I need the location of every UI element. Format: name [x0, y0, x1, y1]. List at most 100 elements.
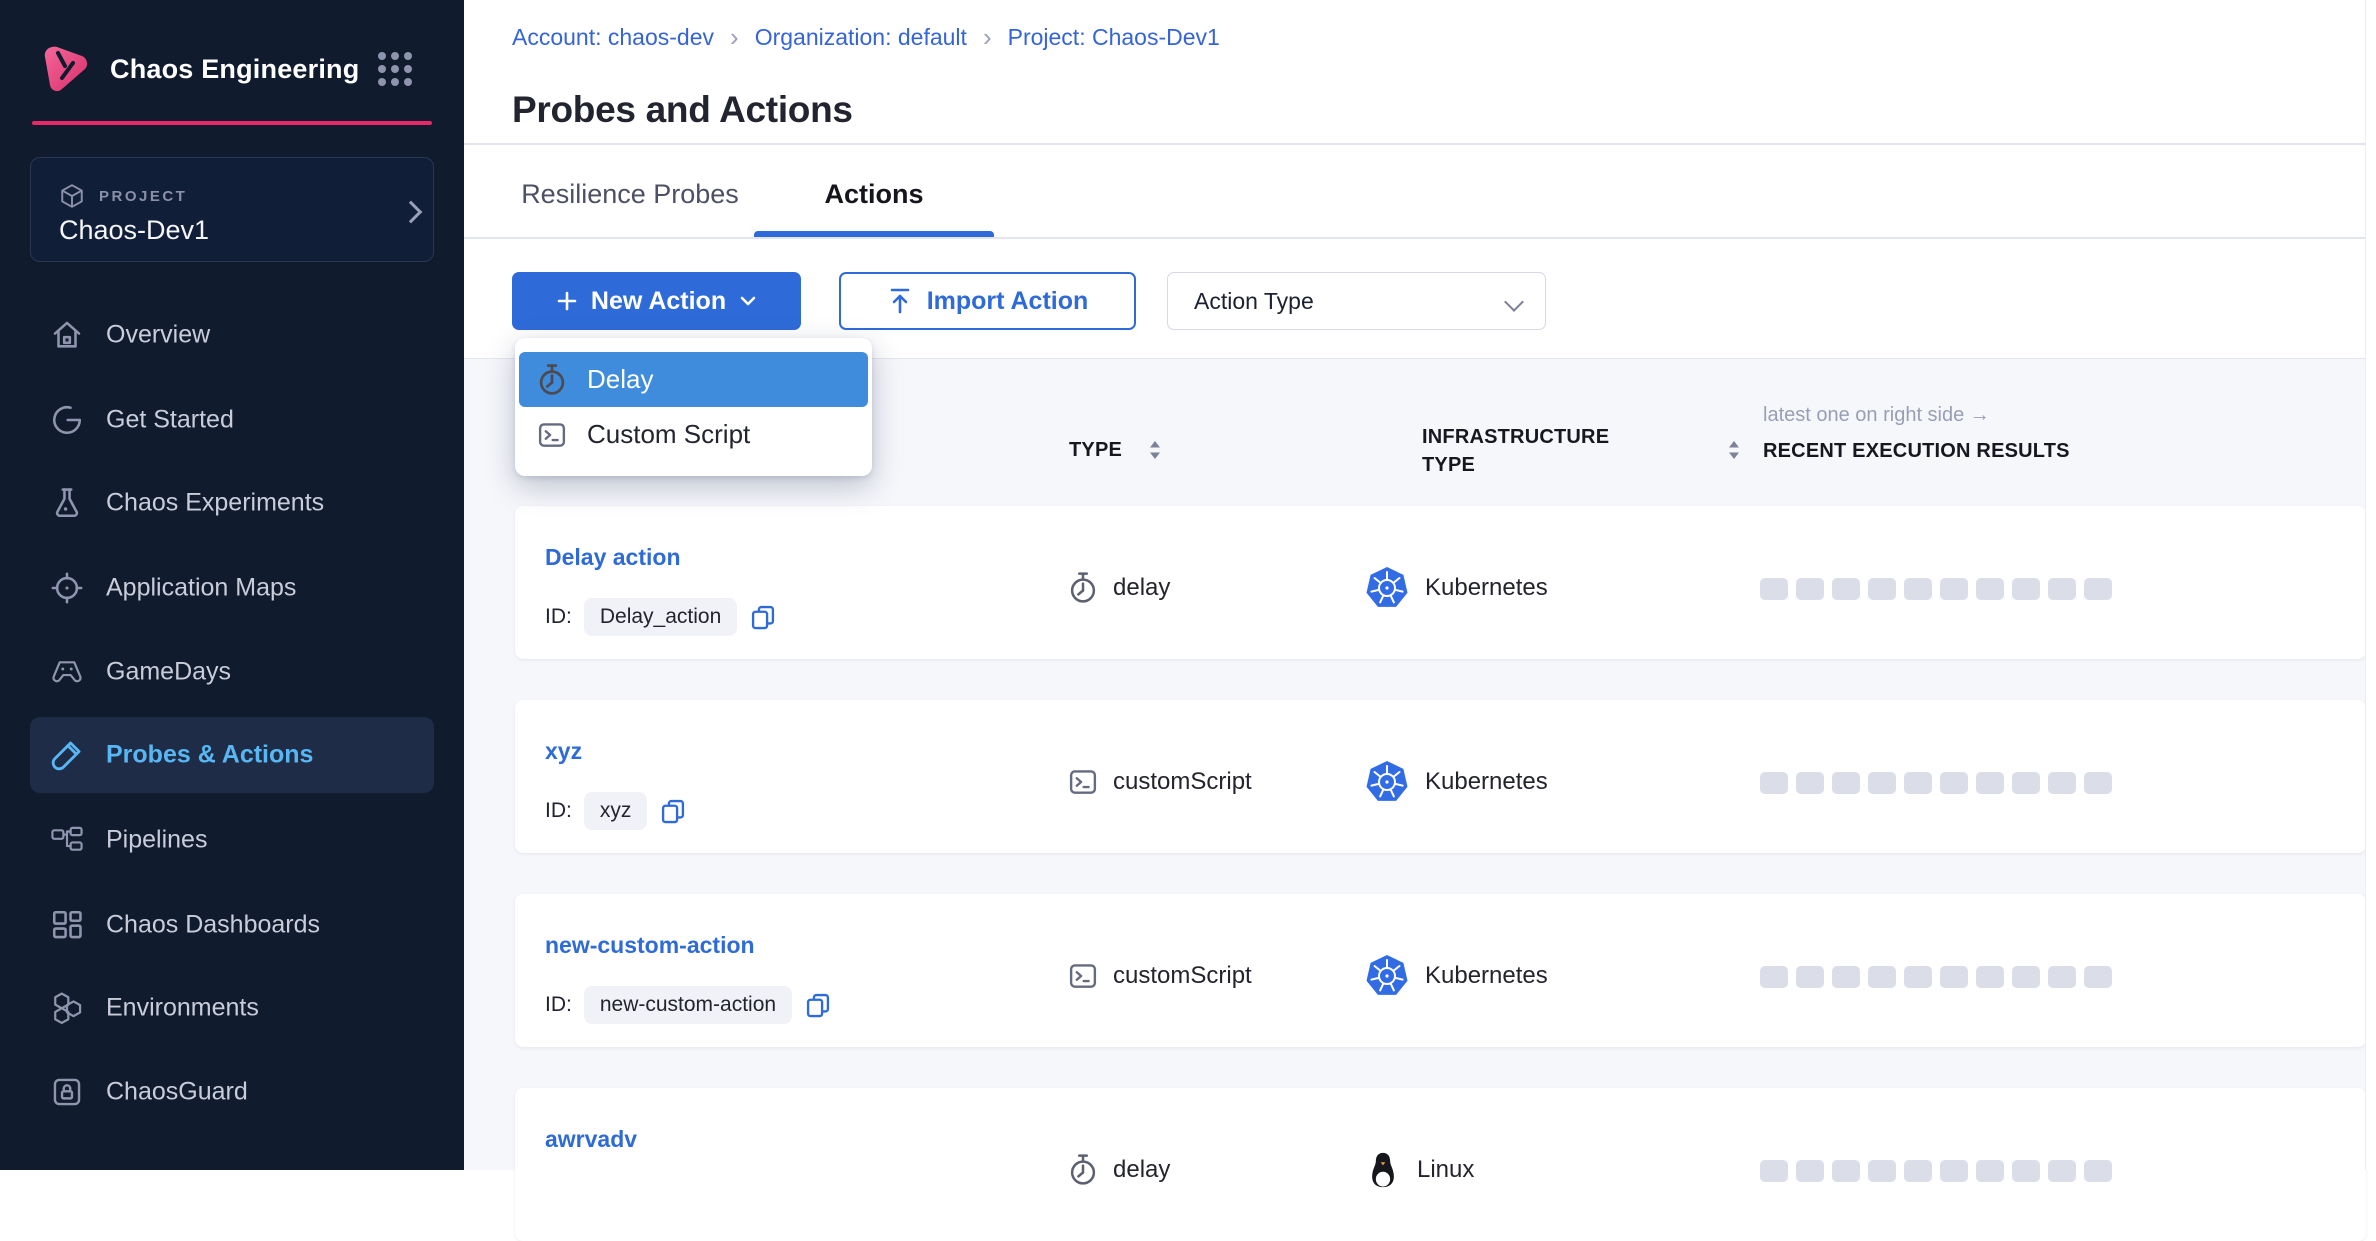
- type-cell: customScript: [1068, 762, 1252, 802]
- menu-item-delay[interactable]: Delay: [519, 352, 868, 407]
- execution-result-placeholder: [1832, 1160, 1860, 1182]
- execution-result-placeholder: [1940, 966, 1968, 988]
- plus-icon: [555, 289, 579, 313]
- recent-execution-results: [1760, 1160, 2112, 1182]
- column-header-infrastructure-type: INFRASTRUCTURE TYPE: [1422, 423, 1637, 479]
- sidebar-item-application-maps[interactable]: Application Maps: [30, 556, 434, 620]
- action-type-select[interactable]: Action Type: [1167, 272, 1546, 330]
- action-row: awrvadv delay Linux: [515, 1088, 2366, 1241]
- sidebar: Chaos Engineering PROJECT Chaos-Dev1 Ove…: [0, 0, 464, 1170]
- execution-result-placeholder: [2048, 578, 2076, 600]
- action-name-link[interactable]: Delay action: [545, 544, 681, 571]
- sidebar-item-get-started[interactable]: Get Started: [30, 388, 434, 452]
- new-action-dropdown-menu: Delay Custom Script: [515, 338, 872, 476]
- action-name-link[interactable]: new-custom-action: [545, 932, 755, 959]
- action-row: xyz ID: xyz customScript Kubernetes: [515, 700, 2366, 853]
- sidebar-item-gamedays[interactable]: GameDays: [30, 640, 434, 704]
- import-action-button[interactable]: Import Action: [839, 272, 1136, 330]
- breadcrumb-project-link[interactable]: Project: Chaos-Dev1: [1008, 24, 1220, 51]
- execution-result-placeholder: [1760, 1160, 1788, 1182]
- new-action-label: New Action: [591, 287, 726, 316]
- header-divider: [464, 143, 2366, 145]
- action-id-line: ID: xyz: [545, 792, 687, 830]
- recent-execution-results: [1760, 966, 2112, 988]
- execution-result-placeholder: [1832, 578, 1860, 600]
- menu-item-label: Custom Script: [587, 419, 750, 450]
- sidebar-item-label: Get Started: [106, 406, 234, 435]
- chaos-engineering-logo-icon: [36, 40, 94, 98]
- action-name-link[interactable]: xyz: [545, 738, 582, 765]
- terminal-icon: [1068, 961, 1098, 991]
- page-title: Probes and Actions: [512, 89, 853, 131]
- id-label: ID:: [545, 799, 572, 823]
- execution-result-placeholder: [1976, 966, 2004, 988]
- execution-result-placeholder: [1796, 578, 1824, 600]
- execution-result-placeholder: [1868, 578, 1896, 600]
- execution-result-placeholder: [1976, 578, 2004, 600]
- vertical-scrollbar[interactable]: [2365, 0, 2376, 1170]
- linux-icon: [1365, 1150, 1401, 1190]
- execution-result-placeholder: [2048, 966, 2076, 988]
- breadcrumb: Account: chaos-dev › Organization: defau…: [512, 24, 1220, 51]
- execution-result-placeholder: [1760, 578, 1788, 600]
- stopwatch-icon: [537, 363, 567, 397]
- infrastructure-value: Kubernetes: [1425, 962, 1548, 990]
- action-name-link[interactable]: awrvadv: [545, 1126, 637, 1153]
- type-cell: customScript: [1068, 956, 1252, 996]
- copy-icon[interactable]: [749, 603, 777, 631]
- execution-result-placeholder: [2084, 1160, 2112, 1182]
- sort-icon[interactable]: [1147, 438, 1163, 462]
- sidebar-item-label: Probes & Actions: [106, 741, 313, 770]
- action-type-label: Action Type: [1194, 288, 1314, 315]
- breadcrumb-org-link[interactable]: Organization: default: [755, 24, 967, 51]
- tab-actions[interactable]: Actions: [754, 172, 994, 216]
- tab-resilience-probes[interactable]: Resilience Probes: [521, 172, 739, 216]
- new-action-button[interactable]: New Action: [512, 272, 801, 330]
- recent-results-hint: latest one on right side →: [1763, 404, 1990, 427]
- action-id-value: new-custom-action: [584, 986, 792, 1024]
- execution-result-placeholder: [2084, 966, 2112, 988]
- action-id-line: ID: Delay_action: [545, 598, 777, 636]
- breadcrumb-account-link[interactable]: Account: chaos-dev: [512, 24, 714, 51]
- infrastructure-cell: Kubernetes: [1365, 954, 1548, 998]
- tabs-divider: [464, 237, 2366, 239]
- import-action-label: Import Action: [927, 287, 1089, 316]
- sidebar-item-overview[interactable]: Overview: [30, 303, 434, 367]
- target-icon: [50, 571, 84, 605]
- sidebar-item-chaos-dashboards[interactable]: Chaos Dashboards: [30, 893, 434, 957]
- sidebar-item-pipelines[interactable]: Pipelines: [30, 808, 434, 872]
- copy-icon[interactable]: [804, 991, 832, 1019]
- sidebar-item-chaosguard[interactable]: ChaosGuard: [30, 1060, 434, 1124]
- project-selector[interactable]: PROJECT Chaos-Dev1: [30, 157, 434, 262]
- copy-icon[interactable]: [659, 797, 687, 825]
- app-switcher-grid-icon[interactable]: [378, 52, 412, 86]
- flask-icon: [50, 486, 84, 520]
- stopwatch-icon: [1068, 571, 1098, 605]
- infrastructure-value: Linux: [1417, 1156, 1474, 1184]
- execution-result-placeholder: [1760, 966, 1788, 988]
- sidebar-item-chaos-experiments[interactable]: Chaos Experiments: [30, 471, 434, 535]
- sidebar-item-label: Environments: [106, 994, 259, 1023]
- recent-execution-results: [1760, 772, 2112, 794]
- hexagons-icon: [50, 991, 84, 1025]
- pipelines-icon: [50, 823, 84, 857]
- execution-result-placeholder: [1904, 578, 1932, 600]
- action-row: Delay action ID: Delay_action delay: [515, 506, 2366, 659]
- execution-result-placeholder: [1940, 578, 1968, 600]
- execution-result-placeholder: [1796, 966, 1824, 988]
- execution-result-placeholder: [2048, 1160, 2076, 1182]
- menu-item-custom-script[interactable]: Custom Script: [519, 407, 868, 462]
- sidebar-item-label: Chaos Dashboards: [106, 911, 320, 940]
- execution-result-placeholder: [2012, 772, 2040, 794]
- action-id-value: xyz: [584, 792, 648, 830]
- sidebar-item-label: Overview: [106, 321, 210, 350]
- sidebar-item-label: Pipelines: [106, 826, 207, 855]
- execution-result-placeholder: [1940, 772, 1968, 794]
- sort-icon[interactable]: [1726, 438, 1742, 462]
- sidebar-item-probes-and-actions[interactable]: Probes & Actions: [30, 717, 434, 793]
- sidebar-item-label: GameDays: [106, 658, 231, 687]
- execution-result-placeholder: [1904, 1160, 1932, 1182]
- column-header-type: TYPE: [1069, 436, 1122, 464]
- sidebar-item-environments[interactable]: Environments: [30, 976, 434, 1040]
- execution-result-placeholder: [1760, 772, 1788, 794]
